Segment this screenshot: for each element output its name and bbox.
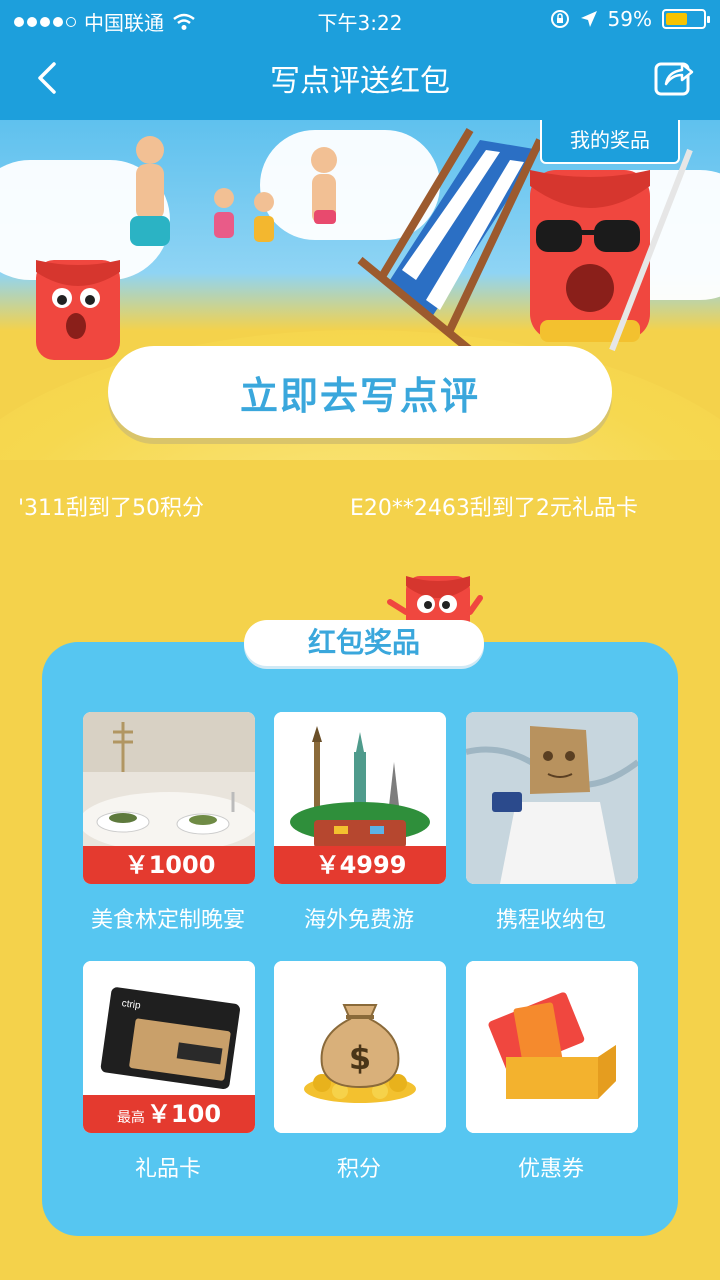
prize-price: ￥1000 [83, 846, 255, 884]
prize-card-points[interactable]: $ [274, 961, 446, 1133]
prize-price: ￥4999 [274, 846, 446, 884]
box-head-person-image [466, 712, 638, 884]
coupon-box-icon [466, 961, 638, 1133]
status-bar: 中国联通 下午3:22 59% [0, 0, 720, 36]
prize-name: 优惠券 [517, 1157, 584, 1182]
prize-card-travel[interactable]: ￥4999 [274, 712, 446, 884]
ticker-item: '311刮到了50积分 [18, 496, 205, 521]
prize-name: 礼品卡 [134, 1157, 201, 1182]
prizes-title: 红包奖品 [244, 620, 484, 666]
share-icon[interactable] [650, 54, 698, 102]
prize-card-dinner[interactable]: ￥1000 [83, 712, 255, 884]
prize-name: 美食林定制晚宴 [90, 908, 245, 933]
money-bag-icon: $ [274, 961, 446, 1133]
prize-card-bag[interactable] [466, 712, 638, 884]
prize-price: 最高￥100 [83, 1095, 255, 1133]
prize-name: 携程收纳包 [495, 908, 606, 933]
rotation-lock-icon [550, 10, 569, 28]
prize-name: 海外免费游 [303, 908, 414, 933]
write-review-label: 立即去写点评 [239, 373, 480, 418]
top-bar: 中国联通 下午3:22 59% 写点评送红包 [0, 0, 720, 120]
battery-icon [662, 9, 710, 29]
location-arrow-icon [580, 11, 597, 27]
prize-name: 积分 [336, 1157, 381, 1182]
nav-bar: 写点评送红包 [0, 36, 720, 120]
winners-ticker: '311刮到了50积分 E20**2463刮到了2元礼品卡 [0, 486, 720, 522]
battery-percent: 59% [607, 7, 652, 31]
svg-text:$: $ [349, 1039, 371, 1077]
write-review-button[interactable]: 立即去写点评 [108, 346, 612, 438]
hero-banner: 我的奖品 立即去写点评 [0, 120, 720, 460]
prize-card-coupon[interactable] [466, 961, 638, 1133]
page-title: 写点评送红包 [270, 64, 450, 99]
prize-card-giftcard[interactable]: ctrip 最高￥100 [83, 961, 255, 1133]
ticker-item: E20**2463刮到了2元礼品卡 [350, 496, 638, 521]
my-prizes-tab[interactable]: 我的奖品 [540, 120, 680, 164]
